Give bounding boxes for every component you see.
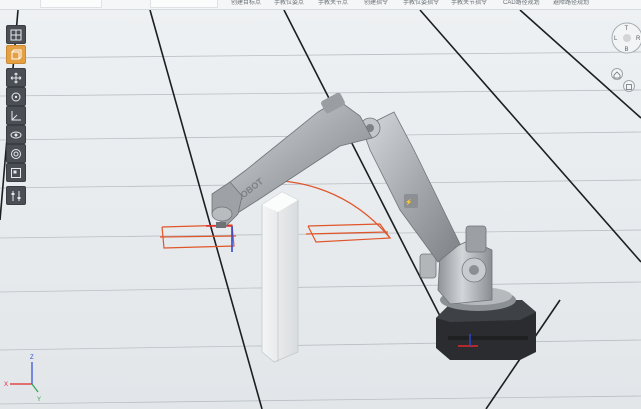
z-axis-label: Z — [30, 355, 34, 361]
settings-panel-icon — [11, 190, 21, 201]
home-icon — [613, 70, 621, 78]
svg-text:⚡: ⚡ — [405, 198, 412, 206]
menu-cad-path-planning[interactable]: CAD路径规划 — [503, 0, 540, 8]
object-view-button[interactable] — [6, 45, 26, 64]
menu-create-target-point[interactable]: 创建目标点 — [231, 0, 261, 8]
view-top-label[interactable]: T — [625, 26, 629, 32]
menu-slot — [40, 0, 102, 8]
menu-obstacle-avoidance-planning[interactable]: 避障路径规划 — [553, 0, 589, 8]
y-axis-label: Y — [37, 397, 41, 403]
obstacle-box[interactable] — [261, 191, 299, 363]
rotate-tool-button[interactable] — [6, 87, 26, 106]
view-navigation: T B L R — [605, 22, 641, 92]
x-axis-label: X — [4, 382, 8, 388]
view-right-label[interactable]: R — [636, 36, 641, 42]
menu-slot — [150, 0, 218, 8]
grid-snap-icon — [11, 167, 21, 178]
layout-grid-button[interactable] — [6, 25, 26, 44]
3d-viewport[interactable]: ⚡ HIKROBOT Z X Y — [0, 0, 641, 409]
move-arrows-icon — [10, 72, 22, 83]
top-menu-bar: 创建目标点 手教位姿点 手教关节点 创建指令 手教位姿指令 手教关节指令 CAD… — [0, 0, 641, 10]
cube-icon — [11, 49, 22, 59]
menu-teach-pose-instruction[interactable]: 手教位姿指令 — [403, 0, 439, 8]
move-tool-button[interactable] — [6, 68, 26, 87]
frame-tool-button[interactable] — [6, 106, 26, 125]
menu-teach-joint-point[interactable]: 手教关节点 — [318, 0, 348, 8]
layers-icon — [626, 83, 632, 90]
view-options-button[interactable] — [623, 80, 635, 92]
rotate-icon — [11, 92, 21, 101]
home-view-button[interactable] — [611, 68, 623, 80]
menu-teach-pose-point[interactable]: 手教位姿点 — [274, 0, 304, 8]
target-icon — [11, 148, 21, 159]
view-cube-compass[interactable]: T B L R — [611, 22, 641, 54]
grid-snap-button[interactable] — [6, 163, 26, 182]
settings-panel-button[interactable] — [6, 186, 26, 205]
layout-grid-icon — [10, 29, 22, 40]
menu-teach-joint-instruction[interactable]: 手教关节指令 — [451, 0, 487, 8]
axis-frame-icon — [11, 110, 21, 120]
camera-orbit-button[interactable] — [6, 125, 26, 144]
view-bottom-label[interactable]: B — [625, 47, 629, 53]
target-tool-button[interactable] — [6, 144, 26, 163]
menu-create-instruction[interactable]: 创建指令 — [364, 0, 388, 8]
floor-plane — [0, 0, 641, 409]
camera-orbit-icon — [10, 131, 22, 138]
